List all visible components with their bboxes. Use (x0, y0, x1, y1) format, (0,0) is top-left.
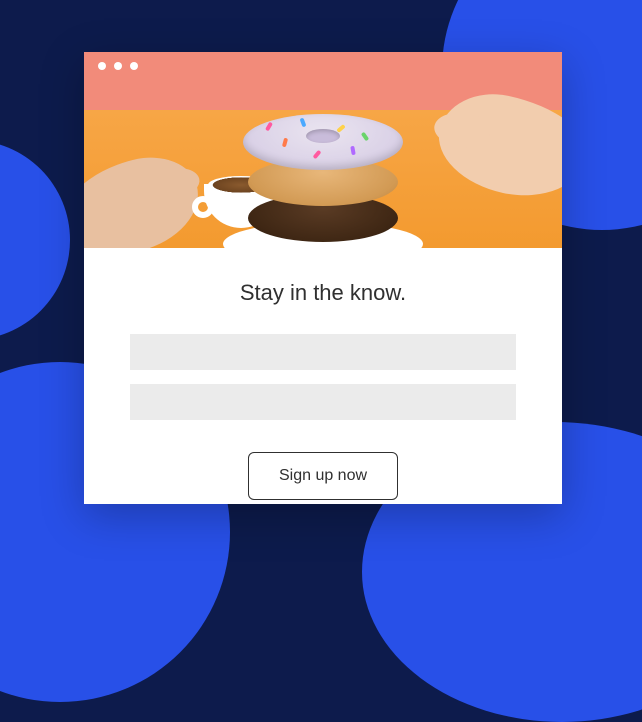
signup-form: Stay in the know. Sign up now (84, 248, 562, 504)
hero-image (84, 80, 562, 248)
form-input-2[interactable] (130, 384, 516, 420)
hand-right-illustration (430, 83, 562, 208)
donut-illustration (243, 114, 403, 170)
signup-modal-window: Stay in the know. Sign up now (84, 52, 562, 504)
window-title-bar (84, 52, 562, 80)
form-headline: Stay in the know. (240, 280, 406, 306)
hand-left-illustration (84, 146, 209, 248)
form-input-1[interactable] (130, 334, 516, 370)
window-control-dot-icon (130, 62, 138, 70)
background-blob (0, 140, 70, 340)
window-control-dot-icon (114, 62, 122, 70)
window-control-dot-icon (98, 62, 106, 70)
sign-up-button[interactable]: Sign up now (248, 452, 398, 500)
